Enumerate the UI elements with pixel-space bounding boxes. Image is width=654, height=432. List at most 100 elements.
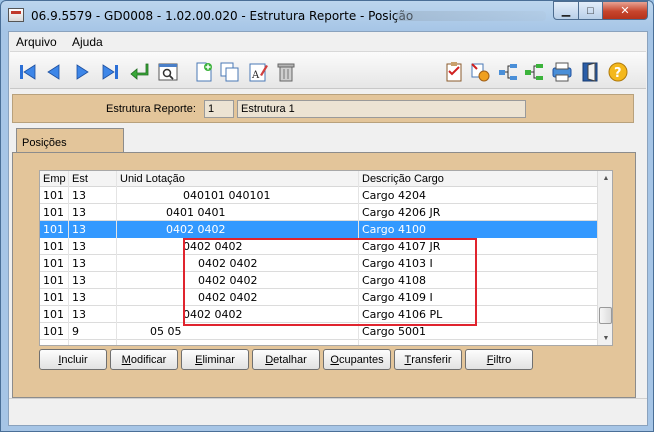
table-row[interactable]: 101 13 0401 0401 Cargo 4206 JR <box>40 204 597 221</box>
col-est[interactable]: Est <box>72 173 88 185</box>
tab-posicoes[interactable]: Posições <box>16 128 124 153</box>
table-row[interactable]: 101 13 0402 0402 Cargo 4107 JR <box>40 238 597 255</box>
cell-desc: Cargo 4204 <box>362 189 426 202</box>
svg-text:?: ? <box>614 66 622 81</box>
last-icon[interactable] <box>98 60 122 84</box>
filtro-accesskey: F <box>486 353 494 366</box>
modificar-accesskey: M <box>121 353 131 366</box>
col-desc[interactable]: Descrição Cargo <box>362 173 444 185</box>
cell-est: 13 <box>72 206 86 219</box>
estrutura-name-field: Estrutura 1 <box>237 100 526 118</box>
transferir-button[interactable]: Transferir <box>394 349 462 370</box>
cell-unid: 0401 0401 <box>166 206 226 219</box>
table-row[interactable]: 101 13 0402 0402 Cargo 4109 I <box>40 289 597 306</box>
prev-icon[interactable] <box>42 60 66 84</box>
tree-icon[interactable] <box>496 60 520 84</box>
tree-expand-icon[interactable] <box>522 60 546 84</box>
enter-icon[interactable] <box>128 60 152 84</box>
action-bar: Incluir Modificar Eliminar Detalhar Ocup… <box>39 349 629 371</box>
filtro-label: iltro <box>493 353 512 366</box>
cell-est: 13 <box>72 240 86 253</box>
modificar-button[interactable]: Modificar <box>110 349 178 370</box>
export-icon[interactable] <box>468 60 492 84</box>
cell-emp: 101 <box>43 274 64 287</box>
menu-ajuda[interactable]: Ajuda <box>72 35 103 49</box>
eliminar-accesskey: E <box>195 353 203 366</box>
cell-desc: Cargo 4100 <box>362 223 426 236</box>
delete-icon[interactable] <box>274 60 298 84</box>
modificar-label: odificar <box>130 353 167 366</box>
close-button[interactable]: ✕ <box>602 1 648 20</box>
cell-unid: 0402 0402 <box>198 291 258 304</box>
maximize-button[interactable]: □ <box>578 1 603 20</box>
tab-panel: Emp Est Unid Lotação Descrição Cargo 101… <box>12 152 636 398</box>
col-emp[interactable]: Emp <box>43 173 66 185</box>
detalhar-label: etalhar <box>273 353 307 366</box>
cell-desc: Cargo 4106 PL <box>362 308 443 321</box>
detalhar-button[interactable]: Detalhar <box>252 349 320 370</box>
table-row-selected[interactable]: 101 13 0402 0402 Cargo 4100 <box>40 221 597 238</box>
table-row[interactable]: 101 9 05 05 Cargo 5001 <box>40 323 597 340</box>
scroll-up-icon[interactable]: ▲ <box>598 171 612 185</box>
cell-est: 13 <box>72 308 86 321</box>
status-bar <box>9 398 647 425</box>
cell-unid: 0402 0402 <box>166 223 226 236</box>
cell-est: 13 <box>72 274 86 287</box>
cell-unid: 0402 0402 <box>198 257 258 270</box>
title-blur <box>396 11 546 21</box>
client-area: Arquivo Ajuda A ? Estrutura Reporte: 1 E… <box>8 31 648 426</box>
table-row[interactable]: 101 13 040101 040101 Cargo 4204 <box>40 187 597 204</box>
col-unid[interactable]: Unid Lotação <box>120 173 185 185</box>
cell-est: 13 <box>72 223 86 236</box>
cell-unid: 040101 040101 <box>183 189 271 202</box>
help-icon[interactable]: ? <box>606 60 630 84</box>
column-divider <box>358 171 359 345</box>
estrutura-label: Estrutura Reporte: <box>106 103 196 115</box>
next-icon[interactable] <box>70 60 94 84</box>
grid-header: Emp Est Unid Lotação Descrição Cargo <box>40 171 597 187</box>
cell-desc: Cargo 4108 <box>362 274 426 287</box>
transferir-label: ransferir <box>411 353 452 366</box>
table-row[interactable]: 101 13 0402 0402 Cargo 4106 PL <box>40 306 597 323</box>
filtro-button[interactable]: Filtro <box>465 349 533 370</box>
ocupantes-button[interactable]: Ocupantes <box>323 349 391 370</box>
zoom-icon[interactable] <box>156 60 180 84</box>
cell-emp: 101 <box>43 325 64 338</box>
ocupantes-accesskey: O <box>330 353 339 366</box>
transferir-accesskey: T <box>404 353 412 366</box>
menu-bar: Arquivo Ajuda <box>9 32 647 50</box>
svg-text:A: A <box>251 70 260 81</box>
copy-icon[interactable] <box>218 60 242 84</box>
header-panel: Estrutura Reporte: 1 Estrutura 1 <box>12 94 634 123</box>
eliminar-button[interactable]: Eliminar <box>181 349 249 370</box>
toolbar: A ? <box>10 51 646 89</box>
cell-unid: 0402 0402 <box>183 240 243 253</box>
cell-est: 13 <box>72 189 86 202</box>
table-row[interactable]: 101 13 0402 0402 Cargo 4103 I <box>40 255 597 272</box>
cell-emp: 101 <box>43 240 64 253</box>
incluir-button[interactable]: Incluir <box>39 349 107 370</box>
menu-arquivo[interactable]: Arquivo <box>16 35 57 49</box>
incluir-label: ncluir <box>61 353 88 366</box>
minimize-button[interactable]: ▁ <box>553 1 579 20</box>
cell-emp: 101 <box>43 223 64 236</box>
scroll-down-icon[interactable]: ▼ <box>598 331 612 345</box>
table-row[interactable]: 101 13 0402 0402 Cargo 4108 <box>40 272 597 289</box>
positions-grid[interactable]: Emp Est Unid Lotação Descrição Cargo 101… <box>39 170 613 346</box>
vertical-scrollbar[interactable]: ▲ ▼ <box>597 171 612 345</box>
scroll-thumb[interactable] <box>599 307 612 324</box>
estrutura-number-field: 1 <box>204 100 234 118</box>
print-icon[interactable] <box>550 60 574 84</box>
checklist-icon[interactable] <box>442 60 466 84</box>
app-icon <box>8 8 24 22</box>
first-icon[interactable] <box>16 60 40 84</box>
exit-icon[interactable] <box>578 60 602 84</box>
cell-est: 13 <box>72 291 86 304</box>
edit-icon[interactable]: A <box>246 60 270 84</box>
detalhar-accesskey: D <box>265 353 274 366</box>
title-bar[interactable]: 06.9.5579 - GD0008 - 1.02.00.020 - Estru… <box>1 1 653 31</box>
cell-desc: Cargo 5001 <box>362 325 426 338</box>
new-icon[interactable] <box>192 60 216 84</box>
cell-est: 13 <box>72 257 86 270</box>
column-divider <box>116 171 117 345</box>
